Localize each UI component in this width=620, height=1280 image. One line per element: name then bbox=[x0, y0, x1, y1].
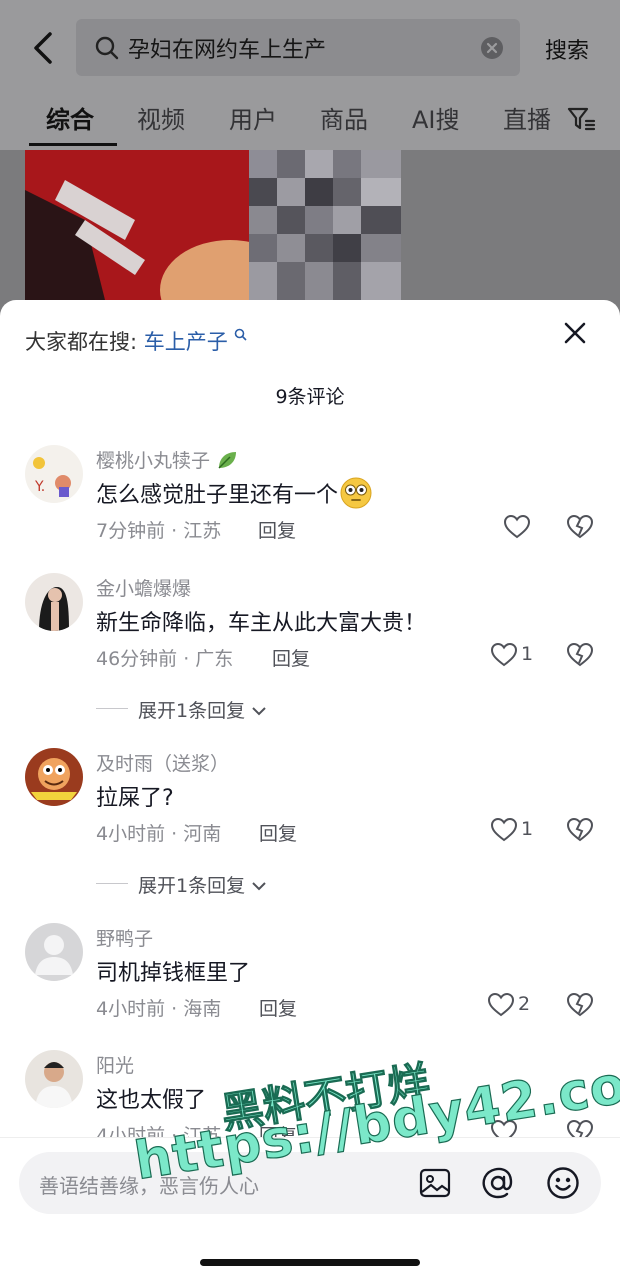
close-icon[interactable] bbox=[562, 320, 588, 346]
comment-text: 新生命降临，车主从此大富大贵！ bbox=[96, 611, 427, 636]
svg-text:Y.: Y. bbox=[34, 479, 45, 495]
hot-search-keyword[interactable]: 车上产子 bbox=[144, 330, 228, 354]
tab-ai-search[interactable]: AI搜 bbox=[412, 100, 460, 135]
broken-heart-icon[interactable] bbox=[566, 641, 594, 669]
search-button[interactable]: 搜索 bbox=[545, 33, 589, 65]
comment-meta: 4小时前 · 河南 bbox=[96, 823, 222, 845]
heart-icon[interactable] bbox=[490, 641, 518, 669]
home-indicator bbox=[200, 1259, 420, 1266]
search-query: 孕妇在网约车上生产 bbox=[128, 38, 327, 63]
like-count: 2 bbox=[518, 993, 531, 1015]
avatar[interactable] bbox=[25, 923, 83, 981]
tab-products[interactable]: 商品 bbox=[320, 100, 368, 135]
comment-item: 野鸭子 司机掉钱框里了 4小时前 · 海南 回复 2 bbox=[0, 923, 620, 1033]
reply-button[interactable]: 回复 bbox=[258, 516, 296, 543]
heart-icon[interactable] bbox=[487, 991, 515, 1019]
comment-meta: 7分钟前 · 江苏 bbox=[96, 520, 222, 542]
broken-heart-icon[interactable] bbox=[566, 816, 594, 844]
heart-icon[interactable] bbox=[490, 816, 518, 844]
like-count: 1 bbox=[521, 643, 534, 665]
search-input[interactable]: 孕妇在网约车上生产 bbox=[76, 19, 520, 76]
comment-meta: 46分钟前 · 广东 bbox=[96, 648, 234, 670]
search-header: 孕妇在网约车上生产 搜索 综合 视频 用户 商品 AI搜 直播 bbox=[0, 0, 620, 150]
avatar[interactable] bbox=[25, 573, 83, 631]
leaf-badge-icon bbox=[218, 452, 237, 469]
filter-icon[interactable] bbox=[566, 104, 596, 134]
hot-search-prefix: 大家都在搜: bbox=[25, 330, 138, 354]
expand-label: 展开1条回复 bbox=[138, 875, 246, 897]
comment-count: 9条评论 bbox=[275, 386, 345, 408]
chevron-down-icon bbox=[252, 882, 266, 891]
divider bbox=[96, 708, 128, 709]
reply-button[interactable]: 回复 bbox=[259, 994, 297, 1021]
username[interactable]: 野鸭子 bbox=[96, 924, 153, 951]
comment-meta: 4小时前 · 海南 bbox=[96, 998, 222, 1020]
heart-icon[interactable] bbox=[503, 513, 531, 541]
tab-users[interactable]: 用户 bbox=[229, 100, 277, 135]
divider bbox=[96, 883, 128, 884]
comment-text: 这也太假了 bbox=[96, 1088, 207, 1113]
at-icon[interactable] bbox=[481, 1166, 515, 1200]
comment-text: 司机掉钱框里了 bbox=[96, 961, 251, 986]
tab-comprehensive[interactable]: 综合 bbox=[46, 100, 94, 135]
comment-text: 拉屎了? bbox=[96, 786, 174, 811]
reply-button[interactable]: 回复 bbox=[272, 644, 310, 671]
comment-item: Y. 樱桃小丸犊子 怎么感觉肚子里还有一个 7分钟前 · 江苏 回复 bbox=[0, 445, 620, 555]
comment-text: 怎么感觉肚子里还有一个 bbox=[96, 477, 372, 509]
search-icon bbox=[95, 36, 119, 60]
avatar[interactable] bbox=[25, 748, 83, 806]
like-count: 1 bbox=[521, 818, 534, 840]
video-thumbnail[interactable] bbox=[25, 150, 249, 300]
expand-label: 展开1条回复 bbox=[138, 700, 246, 722]
back-icon[interactable] bbox=[28, 28, 58, 68]
broken-heart-icon[interactable] bbox=[566, 513, 594, 541]
emoji-icon[interactable] bbox=[546, 1166, 580, 1200]
comment-item: 及时雨（送浆） 拉屎了? 4小时前 · 河南 回复 1 bbox=[0, 748, 620, 858]
tab-video[interactable]: 视频 bbox=[137, 100, 185, 135]
comment-item: 金小蟾爆爆 新生命降临，车主从此大富大贵！ 46分钟前 · 广东 回复 1 bbox=[0, 573, 620, 683]
broken-heart-icon[interactable] bbox=[566, 991, 594, 1019]
mosaic-thumbnail[interactable] bbox=[249, 150, 401, 300]
username[interactable]: 樱桃小丸犊子 bbox=[96, 446, 238, 473]
reply-button[interactable]: 回复 bbox=[259, 819, 297, 846]
search-icon bbox=[235, 328, 248, 341]
hot-search[interactable]: 大家都在搜: 车上产子 bbox=[25, 326, 248, 356]
avatar[interactable]: Y. bbox=[25, 445, 83, 503]
username[interactable]: 金小蟾爆爆 bbox=[96, 574, 191, 601]
username[interactable]: 阳光 bbox=[96, 1051, 134, 1078]
clear-icon[interactable] bbox=[480, 36, 504, 60]
chevron-down-icon bbox=[252, 707, 266, 716]
active-tab-indicator bbox=[29, 143, 117, 146]
username[interactable]: 及时雨（送浆） bbox=[96, 749, 229, 776]
flushed-face-icon bbox=[340, 477, 372, 509]
tab-live[interactable]: 直播 bbox=[503, 100, 551, 135]
result-tabs: 综合 视频 用户 商品 AI搜 直播 bbox=[0, 98, 620, 148]
avatar[interactable] bbox=[25, 1050, 83, 1108]
image-icon[interactable] bbox=[419, 1168, 451, 1198]
